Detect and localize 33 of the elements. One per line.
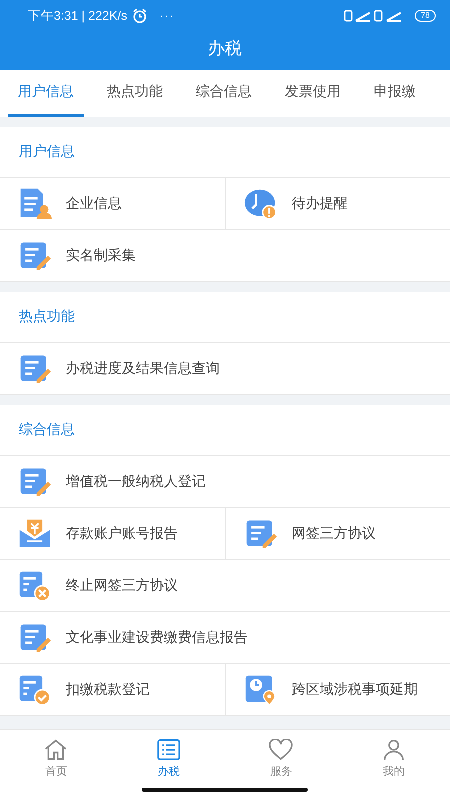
section-title: 热点功能	[19, 308, 75, 326]
tab[interactable]: 用户信息	[8, 70, 84, 117]
tab[interactable]: 发票使用	[275, 70, 351, 117]
alarm-icon	[132, 8, 148, 24]
list-icon	[156, 739, 181, 761]
nav-label: 首页	[45, 764, 68, 779]
tab[interactable]: 申报缴	[364, 70, 426, 117]
status-time: 下午3:31 | 222K/s	[28, 8, 128, 24]
menu-item-label: 扣缴税款登记	[66, 680, 150, 698]
section-title: 综合信息	[19, 421, 75, 439]
document-person-icon	[18, 186, 52, 220]
tab[interactable]: 热点功能	[97, 70, 173, 117]
menu-item-label: 办税进度及结果信息查询	[66, 360, 220, 378]
menu-item-label: 跨区域涉税事项延期	[292, 680, 418, 698]
menu-item-label: 存款账户账号报告	[66, 524, 178, 542]
menu-item-label: 企业信息	[66, 194, 122, 212]
heart-icon	[269, 739, 294, 761]
page-title: 办税	[208, 38, 242, 60]
menu-item-label: 待办提醒	[292, 194, 348, 212]
menu-item-label: 终止网签三方协议	[66, 576, 178, 594]
home-icon	[44, 739, 68, 761]
nav-label: 办税	[158, 764, 180, 779]
nav-label: 服务	[270, 764, 292, 779]
more-indicator: ···	[159, 9, 175, 23]
nav-label: 我的	[382, 764, 405, 779]
section-title: 用户信息	[19, 143, 75, 161]
menu-item-label: 增值税一般纳税人登记	[66, 472, 206, 490]
menu-item-label: 网签三方协议	[292, 524, 376, 542]
battery-indicator: 78	[415, 10, 436, 22]
menu-item-label: 文化事业建设费缴费信息报告	[66, 628, 248, 646]
menu-item-label: 实名制采集	[66, 246, 136, 264]
person-icon	[382, 739, 406, 761]
tab[interactable]: 综合信息	[186, 70, 262, 117]
